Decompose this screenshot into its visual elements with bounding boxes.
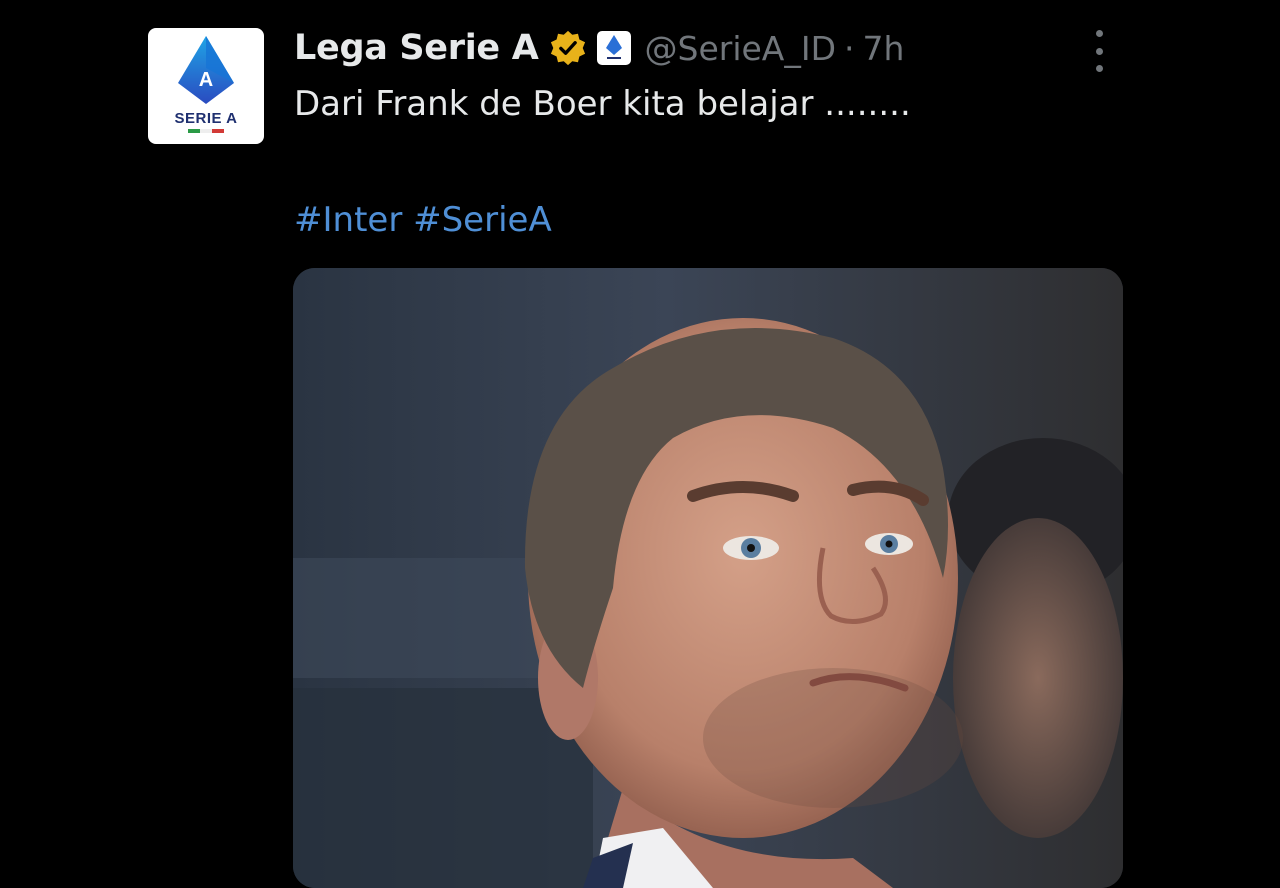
timestamp[interactable]: 7h <box>863 29 905 68</box>
photo-of-man-looking-up <box>293 268 1123 888</box>
tweet-header: Lega Serie A @SerieA_ID · 7h <box>294 24 904 72</box>
tweet-text: Dari Frank de Boer kita belajar ........ <box>294 84 911 124</box>
avatar-label: SERIE A <box>174 110 238 127</box>
hashtag-inter[interactable]: #Inter <box>294 200 402 240</box>
serie-a-affiliate-icon[interactable] <box>596 31 631 65</box>
display-name[interactable]: Lega Serie A <box>294 28 539 68</box>
hashtag-seriea[interactable]: #SerieA <box>413 200 552 240</box>
verified-badge-icon <box>550 30 585 66</box>
italian-flag-stripe <box>188 129 224 133</box>
svg-text:A: A <box>199 69 213 91</box>
tweet: A SERIE A Lega Serie A @SerieA_ID · 7h D… <box>0 0 1280 888</box>
tweet-media-photo[interactable] <box>293 268 1123 888</box>
more-options-icon[interactable] <box>1084 30 1114 72</box>
separator-dot: · <box>844 28 855 68</box>
avatar[interactable]: A SERIE A <box>148 28 264 144</box>
handle[interactable]: @SerieA_ID <box>645 29 837 68</box>
hashtags: #Inter #SerieA <box>294 200 552 240</box>
